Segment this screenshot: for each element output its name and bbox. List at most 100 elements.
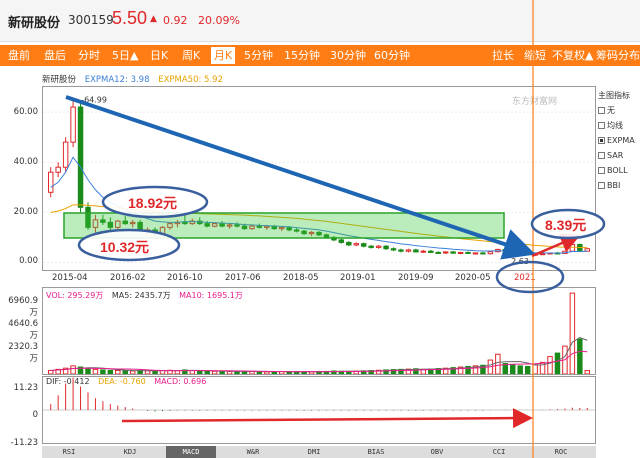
candle (390, 248, 397, 251)
high-price-label: 18.92元 (128, 195, 178, 211)
volume-bar (495, 353, 501, 375)
candle (182, 221, 188, 225)
candle (435, 251, 441, 254)
tab-obv[interactable]: OBV (412, 446, 462, 458)
indicator-option-sar[interactable]: SAR (598, 148, 640, 163)
candle (115, 220, 121, 228)
shrink-button[interactable]: 缩短 (524, 45, 546, 66)
candle (301, 230, 307, 235)
checkbox-icon (598, 107, 605, 114)
tab-cci[interactable]: CCI (474, 446, 524, 458)
stock-price: 5.50 (112, 8, 148, 28)
tab-monthly-k[interactable]: 月K (211, 47, 236, 64)
tab-daily-k[interactable]: 日K (150, 45, 168, 66)
tab-5day[interactable]: 5日▲ (112, 45, 138, 66)
tab-roc[interactable]: ROC (536, 446, 586, 458)
candle (219, 223, 225, 227)
y-tick-0: 0.00 (19, 256, 38, 266)
volume-bar (100, 369, 106, 375)
candle (85, 206, 91, 228)
candle (420, 250, 427, 253)
tab-premarket[interactable]: 盘前 (8, 45, 30, 66)
candle (234, 224, 240, 227)
candle (353, 243, 359, 246)
candle (152, 229, 158, 235)
tab-dmi[interactable]: DMI (289, 446, 339, 458)
y-tick-20: 20.00 (13, 207, 38, 217)
vol-tick: 4640.6万 (8, 319, 38, 341)
period-toolbar: 盘前 盘后 分时 5日▲ 日K 周K 月K 5分钟 15分钟 30分钟 60分钟… (0, 45, 640, 66)
candle (375, 245, 382, 248)
indicator-option-bbi[interactable]: BBI (598, 178, 640, 193)
option-label: 无 (607, 106, 615, 115)
tab-kdj[interactable]: KDJ (105, 446, 155, 458)
volume-bar (554, 352, 561, 375)
tab-5min[interactable]: 5分钟 (244, 45, 273, 66)
tab-macd[interactable]: MACD (166, 446, 216, 458)
vol-tick: 6960.9万 (8, 296, 38, 318)
checkbox-checked-icon (598, 137, 605, 144)
candle (62, 141, 69, 168)
adjust-select[interactable]: 不复权▲ (552, 45, 593, 66)
stretch-button[interactable]: 拉长 (492, 45, 514, 66)
x-tick: 2017-06 (225, 273, 261, 283)
candle (331, 236, 337, 241)
up-arrow-icon: ▲ (150, 14, 157, 24)
candle (450, 251, 456, 254)
volume-panel[interactable] (42, 287, 596, 375)
checkbox-icon (598, 182, 605, 189)
tab-bias[interactable]: BIAS (351, 446, 401, 458)
legend-ema50: EXPMA50: 5.92 (158, 75, 223, 85)
tab-weekly-k[interactable]: 周K (182, 45, 200, 66)
macd-tick: -11.23 (10, 438, 38, 448)
tab-15min[interactable]: 15分钟 (284, 45, 320, 66)
legend-ema12: EXPMA12: 3.98 (84, 75, 150, 85)
price-change: 0.92 (163, 14, 188, 27)
macd-panel[interactable] (42, 376, 596, 444)
volume-bar (510, 364, 516, 375)
stock-code: 300159 (68, 13, 114, 27)
volume-bar (107, 370, 114, 375)
tab-wr[interactable]: W&R (228, 446, 278, 458)
recent-price-label: 8.39元 (545, 217, 587, 233)
candle (92, 219, 99, 228)
indicator-tabs: RSI KDJ MACD W&R DMI BIAS OBV CCI ROC (42, 446, 596, 458)
indicator-option-boll[interactable]: BOLL (598, 163, 640, 178)
candle (539, 253, 546, 256)
side-panel-title: 主图指标 (598, 91, 630, 100)
candle (569, 243, 576, 252)
checkbox-icon (598, 122, 605, 129)
tab-afterhours[interactable]: 盘后 (44, 45, 66, 66)
tab-60min[interactable]: 60分钟 (374, 45, 410, 66)
tab-intraday[interactable]: 分时 (78, 45, 100, 66)
candle (249, 225, 255, 230)
volume-chart (47, 292, 591, 375)
indicator-option-ma[interactable]: 均线 (598, 118, 640, 133)
volume-bar (547, 356, 553, 375)
candle (532, 253, 538, 256)
volume-bar (234, 371, 240, 375)
tab-30min[interactable]: 30分钟 (330, 45, 366, 66)
volume-bar (219, 370, 225, 375)
low-price-label: 10.32元 (100, 239, 150, 255)
volume-bar (115, 370, 121, 375)
volume-bar (532, 364, 538, 375)
candle (428, 250, 434, 253)
option-label: EXPMA (607, 136, 635, 145)
macd-tick: 0 (32, 410, 38, 420)
y-tick-40: 40.00 (13, 157, 38, 167)
candle (480, 252, 486, 255)
tab-rsi[interactable]: RSI (44, 446, 94, 458)
candle (159, 226, 166, 235)
volume-bar (517, 365, 523, 375)
chip-distribution-button[interactable]: 筹码分布 (596, 45, 640, 66)
indicator-option-expma[interactable]: EXPMA (598, 133, 640, 148)
x-tick: 2015-04 (52, 273, 88, 283)
volume-bar (129, 370, 136, 375)
candle (100, 219, 106, 223)
indicator-option-none[interactable]: 无 (598, 103, 640, 118)
candle (226, 224, 233, 227)
candle (77, 106, 84, 208)
x-tick: 2019-01 (340, 273, 376, 283)
candle (264, 225, 270, 228)
